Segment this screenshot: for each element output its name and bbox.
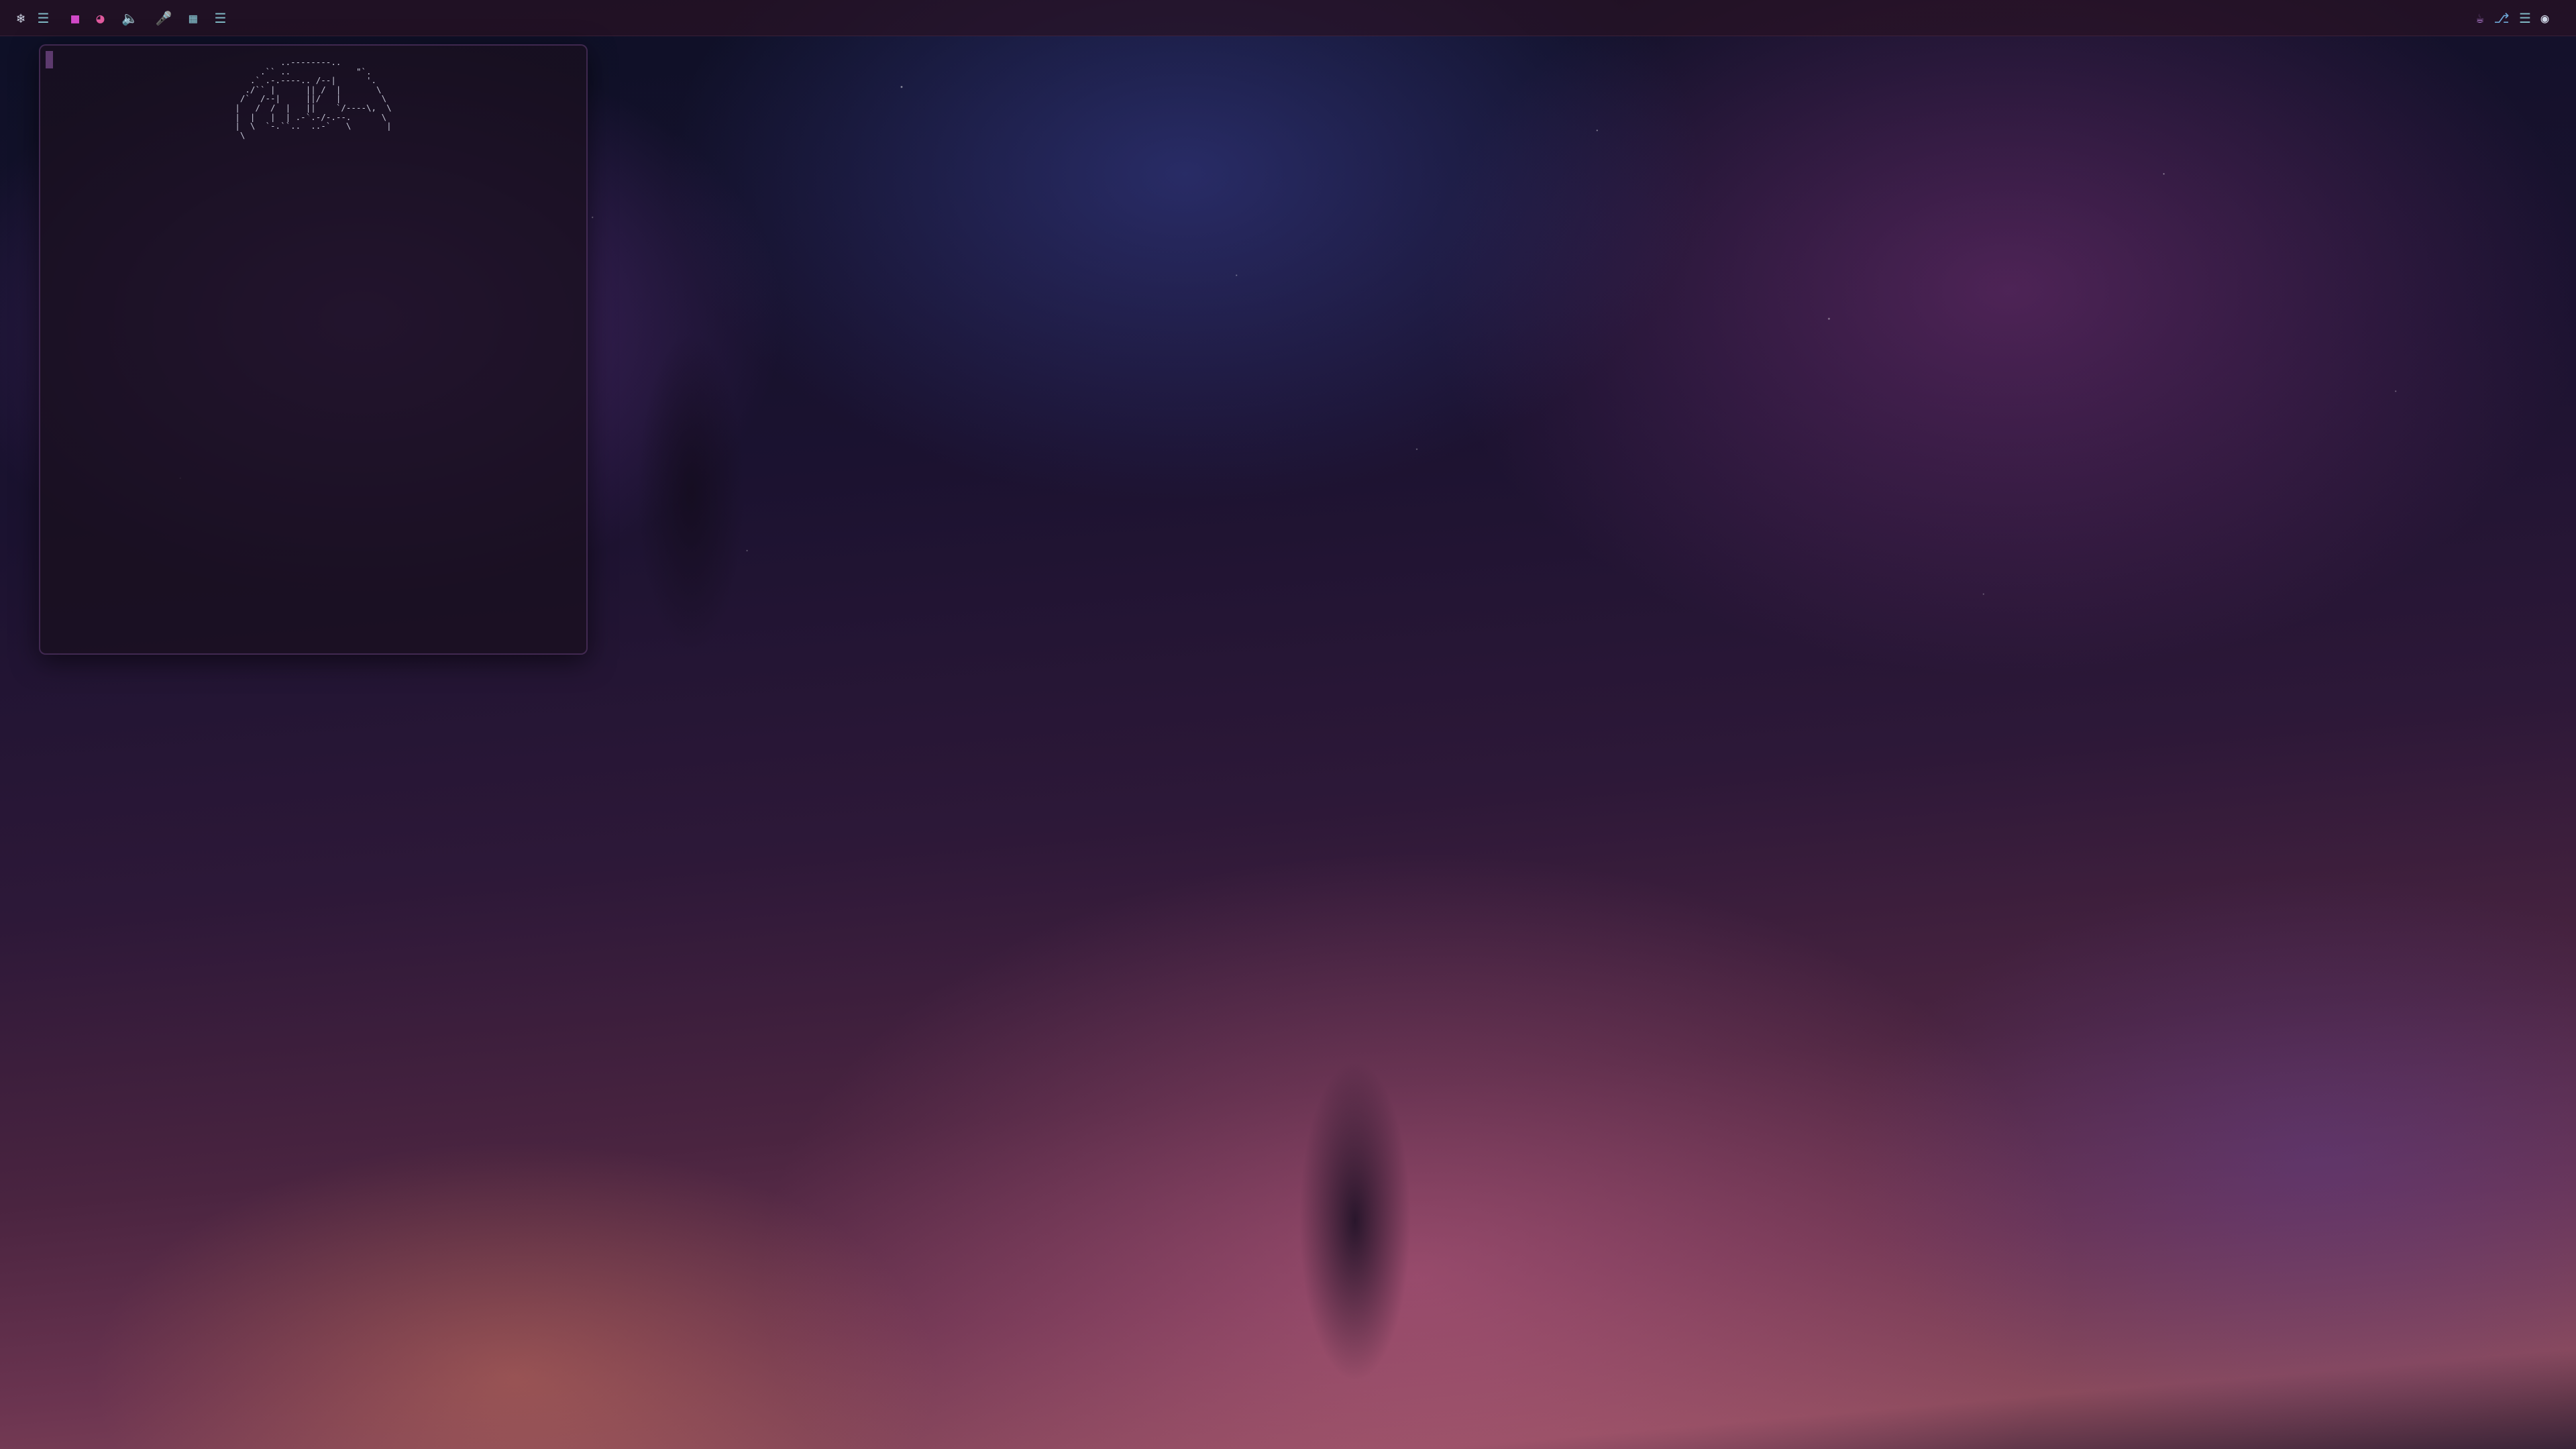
brightness-module[interactable]: ◕ <box>86 11 111 25</box>
volume-module[interactable]: 🔈 <box>111 11 144 25</box>
cpu-module[interactable]: ☰ <box>203 11 232 25</box>
waybar-top[interactable]: ❄ ☰ ■ ◕ 🔈 🎤 ▦ ☰ ☕ ⎇ ☰ ◉ <box>0 0 2576 36</box>
wifi-icon[interactable]: ☰ <box>2519 11 2531 25</box>
cup-off-icon[interactable]: ☕ <box>2476 11 2485 25</box>
disc-icon[interactable]: ◉ <box>2540 11 2549 25</box>
waybar-tray: ☕ ⎇ ☰ ◉ <box>2476 11 2576 25</box>
battery-module[interactable]: ■ <box>60 11 86 25</box>
layers-icon: ☰ <box>37 9 50 26</box>
wallpaper-figure-top <box>590 241 792 698</box>
microphone-module[interactable]: 🎤 <box>144 11 178 25</box>
qutebrowser-page: ..--------.. .`` .. "`. .` .-.----.. /--… <box>40 46 586 623</box>
desktop: ❄ ☰ ■ ◕ 🔈 🎤 ▦ ☰ ☕ ⎇ ☰ ◉ ..--------.. .``… <box>0 0 2576 1449</box>
battery-full-icon: ■ <box>70 9 80 26</box>
microphone-icon: 🎤 <box>155 9 172 26</box>
memory-module[interactable]: ▦ <box>178 11 204 25</box>
bluetooth-icon[interactable]: ⎇ <box>2493 11 2510 25</box>
waybar-left-group: ❄ ☰ ■ ◕ 🔈 🎤 ▦ ☰ <box>0 11 233 25</box>
brightness-icon: ◕ <box>96 9 105 26</box>
workspace-indicator[interactable]: ☰ <box>32 11 60 25</box>
qutebrowser-ascii-logo: ..--------.. .`` .. "`. .` .-.----.. /--… <box>235 57 392 140</box>
nixos-snowflake-icon[interactable]: ❄ <box>11 11 32 25</box>
qutebrowser-window[interactable]: ..--------.. .`` .. "`. .` .-.----.. /--… <box>39 44 588 655</box>
cpu-icon: ☰ <box>214 9 227 26</box>
wallpaper-figure-bottom <box>1234 993 1476 1449</box>
speaker-icon: 🔈 <box>121 9 139 26</box>
ram-icon: ▦ <box>189 9 198 26</box>
